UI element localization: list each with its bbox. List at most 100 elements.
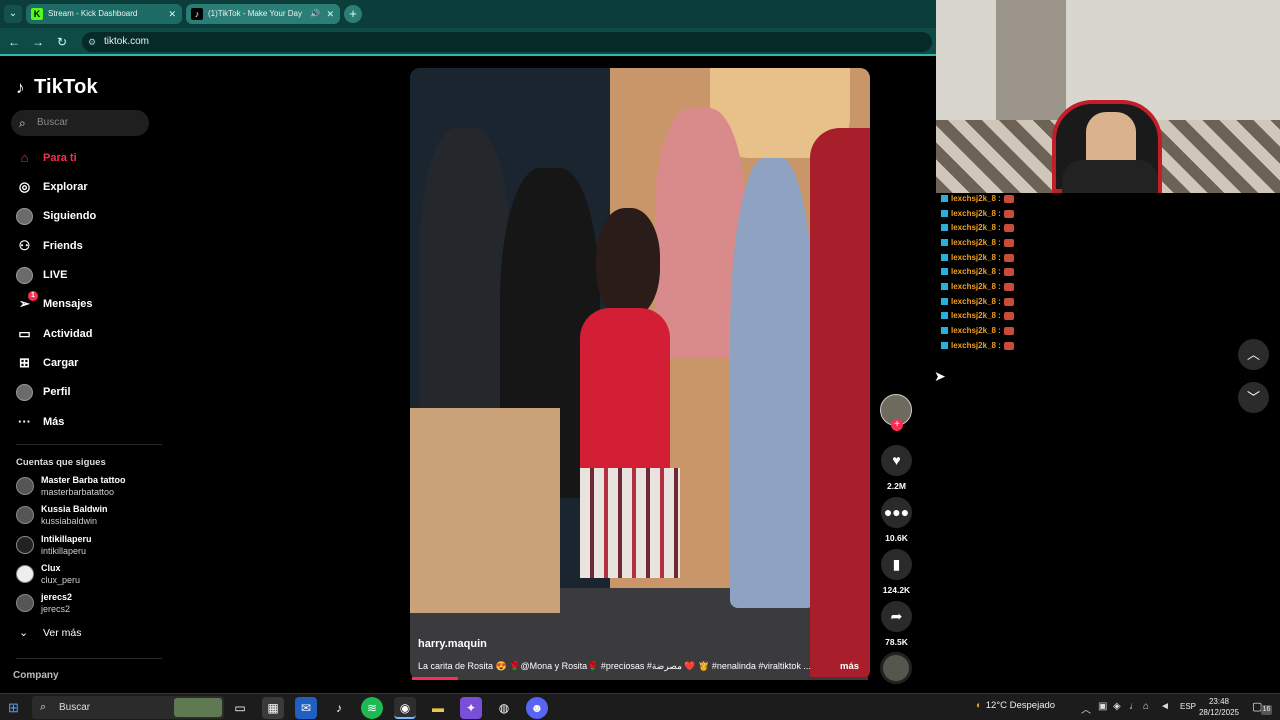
comment-button[interactable]: ●●● [881, 497, 912, 528]
next-video-button[interactable]: ﹀ [1238, 382, 1269, 413]
upload-icon: ⊞ [19, 355, 30, 370]
weather-widget[interactable]: ◐ 12°C Despejado [976, 700, 1055, 711]
emote-icon [1003, 194, 1014, 203]
follow-plus-icon[interactable]: + [891, 419, 903, 431]
following-avatar-icon [16, 208, 33, 225]
account-handle: clux_peru [41, 575, 81, 585]
close-tab-icon[interactable]: ✕ [326, 4, 334, 24]
nav-para-ti[interactable]: ⌂ Para ti [16, 148, 77, 168]
address-bar: ← → ↻ ⚙ tiktok.com [0, 28, 936, 56]
emote-icon [1003, 209, 1014, 218]
company-link[interactable]: Company [13, 670, 59, 681]
tray-app-icon[interactable]: ▣ [1098, 701, 1107, 712]
task-view-icon[interactable]: ▭ [229, 697, 251, 719]
forward-icon[interactable]: → [30, 34, 46, 50]
nav-explorar[interactable]: ◎ Explorar [16, 177, 88, 197]
outlook-icon[interactable]: ✉ [295, 697, 317, 719]
notifications-icon[interactable]: ▢ 16 [1252, 700, 1272, 715]
badge-icon [941, 312, 948, 320]
emote-icon [1003, 238, 1014, 247]
spotify-icon[interactable]: ≋ [361, 697, 383, 719]
nav-perfil[interactable]: Perfil [16, 382, 71, 402]
save-button[interactable]: ▮ [881, 549, 912, 580]
creator-avatar[interactable]: + [880, 394, 912, 431]
chat-username: lexchsj2k_8 : [951, 282, 1001, 291]
emote-icon [1003, 267, 1014, 276]
like-button[interactable]: ♥ [881, 445, 912, 476]
nav-cargar[interactable]: ⊞ Cargar [16, 353, 78, 373]
video-player[interactable] [410, 68, 870, 680]
file-explorer-icon[interactable]: ▬ [427, 697, 449, 719]
nav-actividad[interactable]: ▭ Actividad [16, 324, 92, 344]
tray-app-icon[interactable]: ◈ [1113, 701, 1121, 712]
taskbar: ⊞ ⌕ Buscar ▭ ▦ ✉ ♪ ≋ ◉ ▬ ✦ ◍ ☻ ◐ 12°C Des… [0, 693, 1280, 720]
profile-avatar-icon [16, 384, 33, 401]
screen: ⌄ K Stream - Kick Dashboard ✕ ♪ (1)TikTo… [0, 0, 1280, 720]
chevron-up-icon: ︿ [1246, 347, 1260, 362]
notification-count: 16 [1261, 705, 1272, 715]
tray-overflow-icon[interactable]: ︿ [1081, 701, 1091, 716]
video-scene [420, 128, 510, 428]
clock[interactable]: 23:48 28/12/2025 [1198, 696, 1240, 718]
video-progress-bar[interactable] [412, 677, 868, 680]
video-caption: La carita de Rosita 😍 🌹@Mona y Rosita🌹 #… [418, 661, 811, 671]
tab-kick-dashboard[interactable]: K Stream - Kick Dashboard ✕ [26, 4, 182, 24]
share-count: 78.5K [885, 637, 908, 647]
speaker-icon[interactable]: 🔊 [310, 4, 320, 24]
chat-username: lexchsj2k_8 : [951, 253, 1001, 262]
previous-video-button[interactable]: ︿ [1238, 339, 1269, 370]
nav-mensajes[interactable]: ➢ 1 Mensajes [16, 291, 93, 314]
language-indicator[interactable]: ESP [1180, 702, 1196, 711]
nav-live[interactable]: LIVE [16, 265, 67, 285]
badge-icon [941, 254, 948, 262]
url-input[interactable]: ⚙ tiktok.com [82, 32, 932, 52]
caption-more-button[interactable]: más [840, 661, 859, 672]
video-scene [730, 158, 815, 608]
tab-list-menu-button[interactable]: ⌄ [4, 5, 22, 23]
chat-username: lexchsj2k_8 : [951, 238, 1001, 247]
tiktok-app-icon[interactable]: ♪ [328, 697, 350, 719]
more-icon: ··· [18, 414, 31, 429]
discord-icon[interactable]: ☻ [526, 697, 548, 719]
logo-text: TikTok [34, 76, 98, 98]
tab-tiktok[interactable]: ♪ (1)TikTok - Make Your Day 🔊 ✕ [186, 4, 340, 24]
badge-icon [941, 195, 948, 203]
badge-icon [941, 283, 948, 291]
tiktok-logo[interactable]: ♪ TikTok [16, 76, 98, 99]
share-icon: ➦ [890, 608, 903, 624]
browser-icon[interactable]: ◉ [394, 697, 416, 719]
site-info-icon[interactable]: ⚙ [88, 32, 96, 52]
nav-friends[interactable]: ⚇ Friends [16, 236, 83, 256]
badge-icon [941, 210, 948, 218]
share-button[interactable]: ➦ [881, 601, 912, 632]
mouse-cursor-icon: ➤ [934, 368, 946, 384]
nav-siguiendo[interactable]: Siguiendo [16, 206, 96, 226]
taskbar-search[interactable]: ⌕ Buscar [32, 696, 224, 719]
obs-icon[interactable]: ◍ [493, 697, 515, 719]
account-handle: intikillaperu [41, 546, 87, 556]
account-handle: jerecs2 [41, 604, 71, 614]
microphone-icon[interactable]: ♩ [1129, 701, 1139, 712]
store-icon[interactable]: ▦ [262, 697, 284, 719]
music-disc-icon[interactable] [880, 652, 912, 684]
kick-favicon-icon: K [31, 8, 43, 20]
messages-badge: 1 [28, 291, 38, 301]
avatar [16, 565, 34, 583]
video-author[interactable]: harry.maquin [418, 638, 487, 650]
account-name: Kussia Baldwin [41, 504, 108, 514]
new-tab-button[interactable]: + [344, 5, 362, 23]
windows-start-icon[interactable]: ⊞ [8, 700, 23, 715]
badge-icon [941, 298, 948, 306]
see-more-button[interactable]: ⌄ Ver más [16, 627, 82, 639]
close-tab-icon[interactable]: ✕ [168, 4, 176, 24]
copilot-icon[interactable]: ✦ [460, 697, 482, 719]
nav-mas[interactable]: ··· Más [16, 412, 64, 432]
heart-icon: ♥ [892, 452, 901, 468]
network-icon[interactable]: ⌂ [1143, 701, 1149, 712]
search-input[interactable]: ⌕ Buscar [11, 110, 149, 136]
volume-icon[interactable]: ◄ [1160, 701, 1170, 712]
back-icon[interactable]: ← [6, 34, 22, 50]
badge-icon [941, 342, 948, 350]
reload-icon[interactable]: ↻ [54, 34, 70, 50]
video-scene [810, 128, 870, 680]
